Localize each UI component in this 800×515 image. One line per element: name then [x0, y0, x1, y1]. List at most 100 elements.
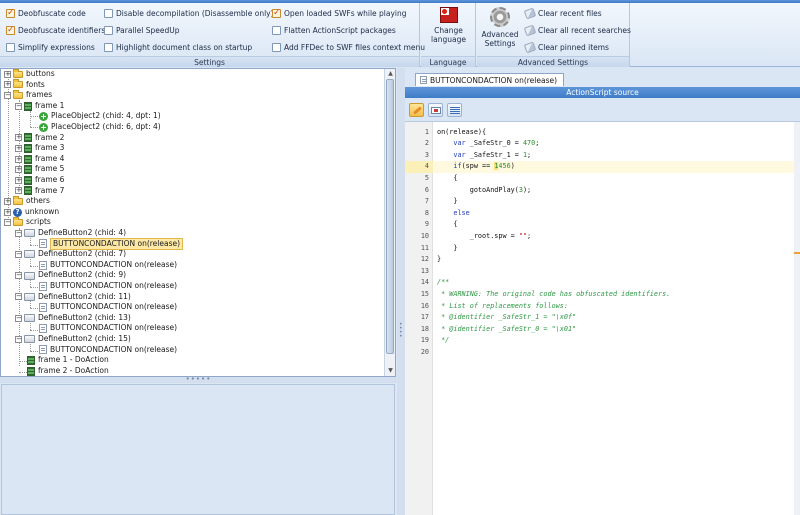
- tree-node-buttoncondaction-selected[interactable]: BUTTONCONDACTION on(release): [39, 237, 184, 251]
- tree-node-frame-5[interactable]: + frame 5: [15, 164, 64, 175]
- collapse-toggle[interactable]: −: [15, 335, 22, 343]
- deobfuscate-code-checkbox[interactable]: [6, 7, 15, 20]
- pcode-button[interactable]: [447, 103, 462, 117]
- expand-toggle[interactable]: +: [15, 144, 22, 152]
- deobfuscate-identifiers-checkbox[interactable]: [6, 24, 15, 37]
- tree-node-placeobject[interactable]: + PlaceObject2 (chid: 6, dpt: 4): [39, 122, 161, 133]
- tree-node-unknown[interactable]: + ? unknown: [4, 207, 59, 218]
- tree-node-definebutton[interactable]: − DefineButton2 (chid: 9): [15, 270, 126, 281]
- tree-node-frame-2[interactable]: + frame 2: [15, 133, 64, 144]
- disable-decompilation-checkbox[interactable]: [104, 9, 113, 18]
- tree-scrollbar[interactable]: ▲ ▼: [384, 69, 395, 376]
- context-menu-checkbox[interactable]: [272, 43, 281, 52]
- tree-node-definebutton[interactable]: − DefineButton2 (chid: 13): [15, 313, 131, 324]
- collapse-toggle[interactable]: −: [15, 229, 22, 237]
- open-loaded-swfs-checkbox[interactable]: [272, 7, 281, 20]
- tree-connector: [30, 259, 31, 266]
- tab-buttoncondaction[interactable]: BUTTONCONDACTION on(release): [415, 73, 565, 86]
- expand-toggle[interactable]: +: [4, 70, 11, 78]
- scroll-down-arrow-icon[interactable]: ▼: [385, 366, 396, 376]
- collapse-toggle[interactable]: −: [4, 91, 11, 99]
- number-literal: 470: [522, 139, 536, 148]
- expand-toggle[interactable]: +: [15, 134, 22, 142]
- tree-node-others[interactable]: + others: [4, 195, 50, 207]
- expand-toggle[interactable]: +: [4, 197, 11, 205]
- expand-toggle[interactable]: +: [15, 187, 22, 195]
- option-label: Add FFDec to SWF files context menu: [284, 43, 426, 52]
- tree-node-scripts[interactable]: − scripts: [4, 217, 51, 228]
- tree-node-frame-3[interactable]: + frame 3: [15, 143, 64, 154]
- change-language-button[interactable]: Change language: [426, 5, 471, 44]
- highlight-document-class-checkbox[interactable]: [104, 43, 113, 52]
- simplify-expressions-option[interactable]: Simplify expressions: [6, 41, 95, 54]
- editor-scrollbar[interactable]: [794, 122, 800, 515]
- keyword: else: [453, 208, 470, 217]
- collapse-toggle[interactable]: −: [15, 250, 22, 258]
- code-line-5: {: [437, 173, 797, 185]
- script-icon: [39, 324, 47, 334]
- tree-node-frame-6[interactable]: + frame 6: [15, 175, 64, 186]
- tree-node-label: frame 2: [35, 132, 65, 142]
- edit-button[interactable]: [409, 103, 424, 117]
- deobfuscate-identifiers-option[interactable]: Deobfuscate identifiers: [6, 24, 105, 37]
- tag-tree-panel: + buttons + fonts − frames − frame 1 + P…: [0, 68, 396, 377]
- clear-recent-files-button[interactable]: Clear recent files: [523, 7, 602, 20]
- tree-node-buttoncondaction[interactable]: BUTTONCONDACTION on(release): [39, 302, 177, 313]
- flatten-packages-option[interactable]: Flatten ActionScript packages: [272, 24, 396, 37]
- tree-node-frame-doaction[interactable]: frame 1 - DoAction: [27, 355, 109, 366]
- code-line-15: * WARNING: The original code has obfusca…: [437, 289, 797, 301]
- tree-connector: [19, 372, 27, 373]
- scroll-up-arrow-icon[interactable]: ▲: [385, 69, 396, 79]
- code-editor[interactable]: 1 2 3 4 5 6 7 8 9 10 11 12 13 14 15 16 1…: [405, 121, 800, 515]
- tree-node-placeobject[interactable]: + PlaceObject2 (chid: 4, dpt: 1): [39, 111, 161, 122]
- code-line-14: /**: [437, 277, 797, 289]
- collapse-toggle[interactable]: −: [15, 293, 22, 301]
- deobfuscate-code-option[interactable]: Deobfuscate code: [6, 7, 86, 20]
- collapse-toggle[interactable]: −: [15, 102, 22, 110]
- line-number: 8: [424, 208, 429, 217]
- parallel-speedup-checkbox[interactable]: [104, 26, 113, 35]
- collapse-toggle[interactable]: −: [15, 272, 22, 280]
- frame-icon: [24, 133, 32, 143]
- tree-node-buttoncondaction[interactable]: BUTTONCONDACTION on(release): [39, 323, 177, 334]
- flatten-packages-checkbox[interactable]: [272, 26, 281, 35]
- advanced-settings-button[interactable]: Advanced Settings: [479, 5, 521, 48]
- expand-toggle[interactable]: +: [4, 208, 11, 216]
- highlight-document-class-option[interactable]: Highlight document class on startup: [104, 41, 252, 54]
- clear-recent-searches-button[interactable]: Clear all recent searches: [523, 24, 631, 37]
- tree-node-definebutton[interactable]: − DefineButton2 (chid: 11): [15, 292, 131, 303]
- open-loaded-swfs-option[interactable]: Open loaded SWFs while playing: [272, 7, 407, 20]
- expand-toggle[interactable]: +: [15, 166, 22, 174]
- clear-pinned-items-button[interactable]: Clear pinned items: [523, 41, 609, 54]
- expand-toggle[interactable]: +: [15, 176, 22, 184]
- display-button[interactable]: [428, 103, 443, 117]
- tree-node-frame-1[interactable]: − frame 1: [15, 101, 64, 112]
- vertical-splitter[interactable]: • • • •: [397, 68, 405, 515]
- tree-node-buttoncondaction[interactable]: BUTTONCONDACTION on(release): [39, 281, 177, 292]
- keyword: var: [453, 139, 466, 148]
- tree-node-buttons[interactable]: + buttons: [4, 69, 55, 80]
- tree-node-label: DefineButton2 (chid: 9): [38, 270, 127, 280]
- tree-connector: [30, 245, 38, 246]
- collapse-toggle[interactable]: −: [15, 314, 22, 322]
- tree-node-definebutton[interactable]: − DefineButton2 (chid: 7): [15, 249, 126, 260]
- disable-decompilation-option[interactable]: Disable decompilation (Disassemble only): [104, 7, 274, 20]
- scroll-thumb[interactable]: [386, 79, 394, 354]
- collapse-toggle[interactable]: −: [4, 219, 11, 227]
- simplify-expressions-checkbox[interactable]: [6, 43, 15, 52]
- frame-icon: [24, 154, 32, 164]
- tag-tree[interactable]: + buttons + fonts − frames − frame 1 + P…: [1, 69, 385, 376]
- tree-node-definebutton[interactable]: − DefineButton2 (chid: 15): [15, 334, 131, 345]
- expand-toggle[interactable]: +: [15, 155, 22, 163]
- parallel-speedup-option[interactable]: Parallel SpeedUp: [104, 24, 179, 37]
- tree-node-frame-4[interactable]: + frame 4: [15, 154, 64, 165]
- context-menu-option[interactable]: Add FFDec to SWF files context menu: [272, 41, 425, 54]
- tree-node-buttoncondaction[interactable]: BUTTONCONDACTION on(release): [39, 260, 177, 271]
- tree-node-frames[interactable]: − frames: [4, 89, 52, 101]
- tree-node-fonts[interactable]: + fonts: [4, 79, 45, 91]
- tree-node-frame-doaction[interactable]: frame 2 - DoAction: [27, 366, 109, 376]
- tree-node-frame-7[interactable]: + frame 7: [15, 186, 64, 197]
- expand-toggle[interactable]: +: [4, 81, 11, 89]
- tree-node-buttoncondaction[interactable]: BUTTONCONDACTION on(release): [39, 345, 177, 356]
- code-line-11: }: [437, 243, 797, 255]
